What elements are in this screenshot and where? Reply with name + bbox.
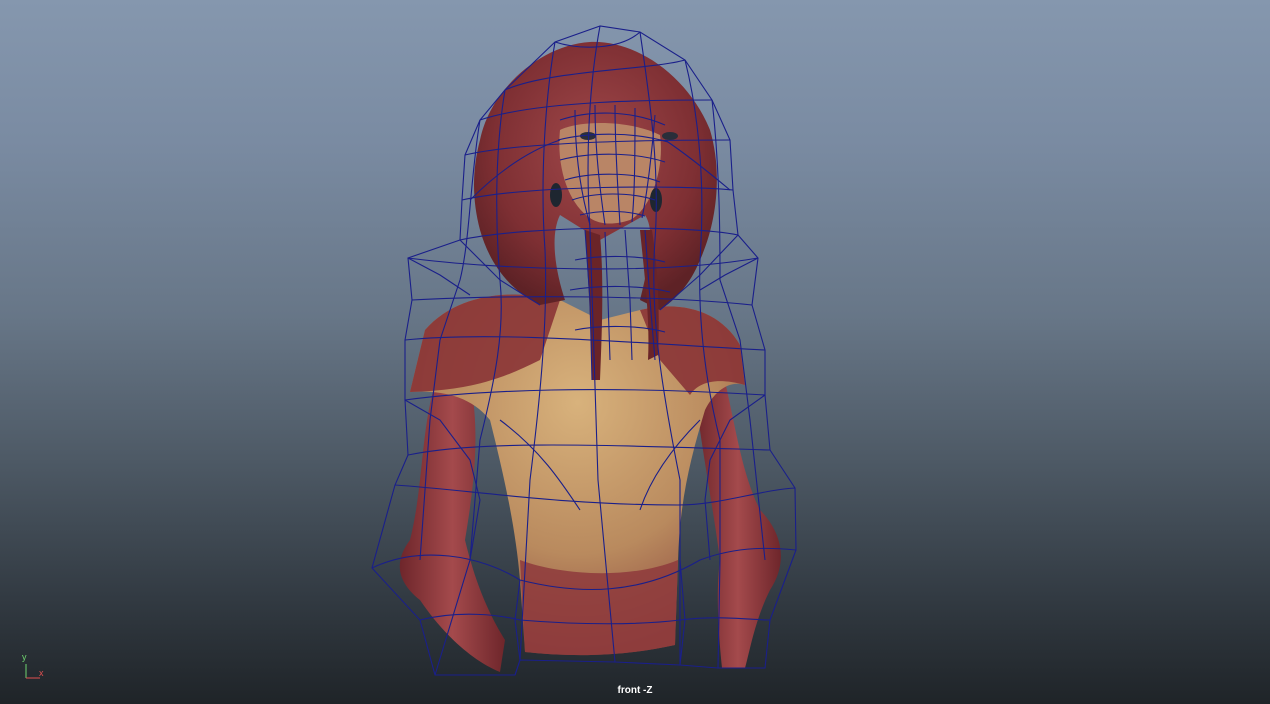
- lower-torso: [520, 560, 678, 656]
- camera-name-label: front -Z: [617, 685, 653, 696]
- creature-model[interactable]: [0, 0, 1270, 704]
- model-texture: [399, 41, 781, 672]
- 3d-viewport[interactable]: y x front -Z: [0, 0, 1270, 704]
- right-eye: [662, 132, 678, 140]
- axis-x-label: x: [39, 668, 44, 678]
- axis-gizmo: y x: [18, 652, 52, 682]
- left-hood-opening: [550, 183, 562, 207]
- axis-y-label: y: [22, 652, 27, 662]
- right-arm: [695, 360, 781, 668]
